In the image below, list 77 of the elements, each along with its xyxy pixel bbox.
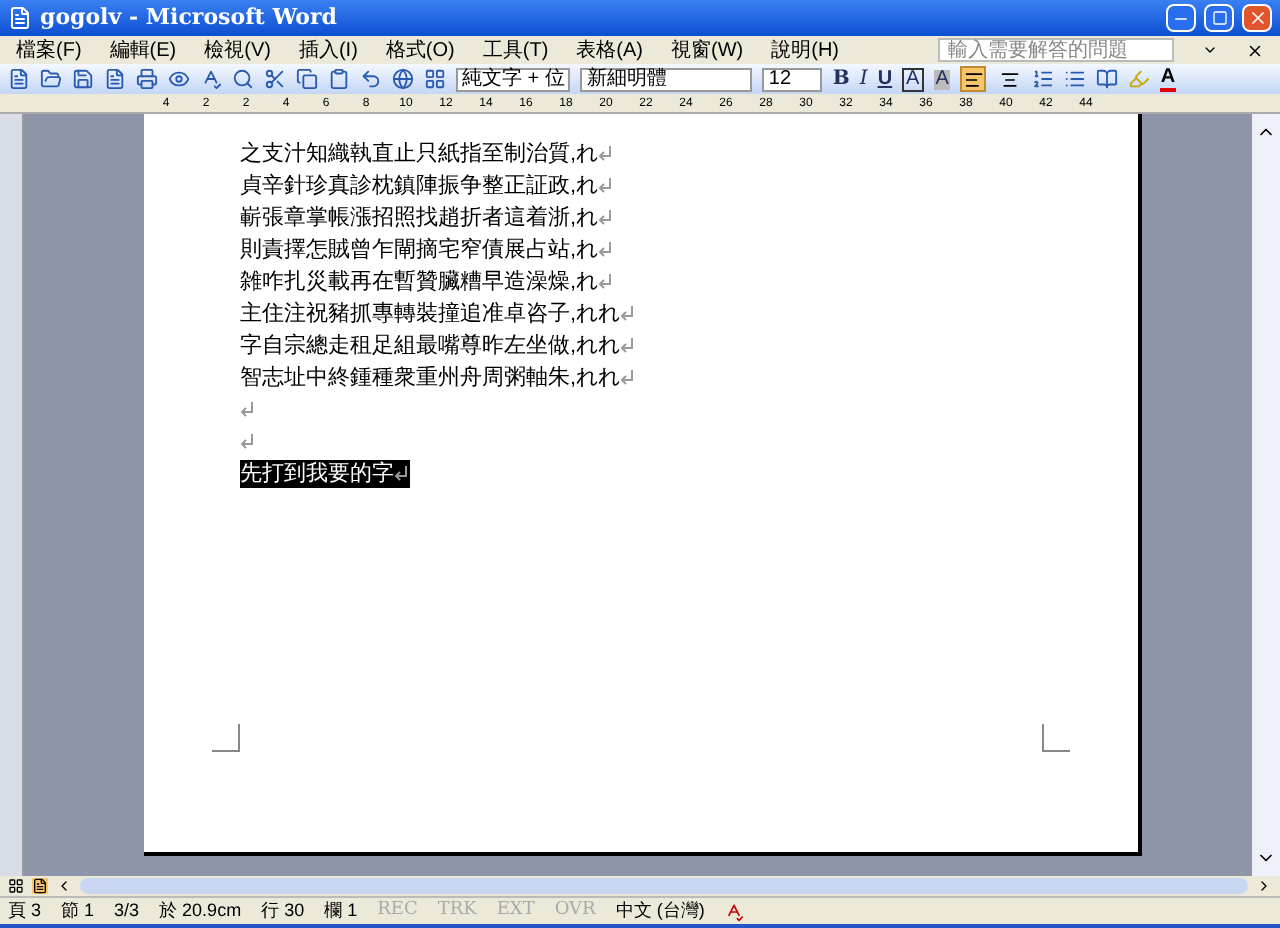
word-document-icon	[8, 6, 32, 30]
paragraph-text: 字自宗總走租足組最嘴尊昨左坐做,れれ	[240, 331, 621, 362]
menu-item[interactable]: 插入(I)	[298, 35, 358, 65]
font-size-dropdown[interactable]: 12	[762, 67, 823, 91]
window-title: gogolv - Microsoft Word	[40, 1, 337, 34]
paragraph-mark-icon	[620, 370, 635, 386]
print-icon[interactable]	[136, 68, 158, 90]
undo-icon[interactable]	[360, 68, 382, 90]
scroll-right-icon[interactable]	[1256, 878, 1272, 894]
paragraph-mark-icon	[598, 178, 613, 194]
restore-icon	[1211, 10, 1227, 26]
print-preview-icon[interactable]	[168, 68, 190, 90]
save-icon[interactable]	[72, 68, 94, 90]
status-field: 於 20.9cm	[159, 897, 242, 925]
paragraph-mark-icon	[394, 466, 408, 482]
paragraph-text: 雑咋扎災載再在暫贊臟糟早造澡燥,れ	[240, 267, 599, 298]
paragraph-text: 貞辛針珍真診枕鎮陣振争整正証政,れ	[240, 171, 599, 202]
menu-item[interactable]: 表格(A)	[576, 35, 643, 65]
help-search-field[interactable]: 輸入需要解答的問題	[938, 38, 1174, 62]
margin-corner-mark	[1042, 724, 1070, 752]
vertical-scrollbar[interactable]	[1252, 114, 1280, 876]
format-button[interactable]: I	[859, 69, 868, 89]
scroll-left-icon[interactable]	[56, 878, 72, 894]
print-layout-icon[interactable]	[32, 878, 48, 894]
close-icon[interactable]	[1246, 41, 1264, 59]
menu-item[interactable]: 編輯(E)	[109, 35, 177, 65]
status-field: 節 1	[61, 897, 95, 925]
format-button[interactable]: U	[877, 69, 893, 89]
paragraph-mark-icon	[598, 146, 613, 162]
minimize-button[interactable]	[1166, 4, 1196, 32]
bullet-list-icon[interactable]	[1064, 68, 1087, 90]
status-field: 頁 3	[8, 897, 42, 925]
paragraph-mark-icon	[598, 242, 613, 258]
globe-icon[interactable]	[392, 68, 414, 90]
paragraph-mark-icon	[598, 274, 613, 290]
menu-item[interactable]: 說明(H)	[771, 35, 839, 65]
paragraph-mark-icon	[598, 210, 613, 226]
align-left-button[interactable]	[960, 66, 987, 92]
spelling-status-icon[interactable]	[724, 901, 745, 921]
paragraph-mark-icon	[240, 434, 254, 450]
style-dropdown[interactable]: 純文字 + 位	[456, 67, 571, 91]
paragraph-mark-icon	[620, 306, 635, 322]
menu-item[interactable]: 格式(O)	[385, 35, 455, 65]
status-field: 欄 1	[324, 897, 358, 925]
cut-icon[interactable]	[264, 68, 286, 90]
status-field: 3/3	[114, 897, 140, 925]
paragraph-text: 主住注祝豬抓專轉裝撞追准卓咨子,れれ	[240, 299, 621, 330]
new-document-icon[interactable]	[8, 68, 30, 90]
menu-item[interactable]: 工具(T)	[482, 35, 549, 65]
paragraph-text: 先打到我要的字	[240, 459, 394, 490]
paragraph-text: 智志址中終鍾種衆重州舟周粥軸朱,れれ	[240, 363, 621, 394]
status-field: 行 30	[261, 897, 305, 925]
format-button[interactable]: A	[902, 67, 924, 91]
paragraph-text: 嶄張章掌帳漲招照找趙折者這着浙,れ	[240, 203, 599, 234]
numbered-list-icon[interactable]	[1032, 68, 1055, 90]
margin-corner-mark	[212, 724, 240, 752]
copy-icon[interactable]	[296, 68, 318, 90]
paragraph-mark-icon	[240, 402, 254, 418]
menu-item[interactable]: 視窗(W)	[671, 35, 744, 65]
menu-item[interactable]: 檔案(F)	[16, 35, 82, 65]
paragraph-mark-icon	[620, 338, 635, 354]
close-button[interactable]	[1242, 4, 1272, 32]
spelling-icon[interactable]	[200, 68, 222, 90]
paste-icon[interactable]	[328, 68, 350, 90]
normal-view-icon[interactable]	[8, 878, 24, 894]
close-icon	[1247, 8, 1267, 28]
format-button[interactable]: A	[933, 69, 951, 89]
language-indicator: 中文 (台灣)	[615, 897, 705, 924]
menu-item[interactable]: 檢視(V)	[204, 35, 271, 65]
horizontal-scrollbar[interactable]	[80, 878, 1248, 894]
font-dropdown[interactable]: 新細明體	[580, 67, 753, 91]
restore-button[interactable]	[1204, 4, 1234, 32]
paragraph-text: 之支汁知織執直止只紙指至制治質,れ	[240, 139, 599, 170]
paragraph-text: 則責擇怎賊曾乍閘摘宅窄債展占站,れ	[240, 235, 599, 266]
folder-icon[interactable]	[40, 68, 62, 90]
research-icon[interactable]	[232, 68, 254, 90]
format-button[interactable]: B	[832, 69, 850, 89]
